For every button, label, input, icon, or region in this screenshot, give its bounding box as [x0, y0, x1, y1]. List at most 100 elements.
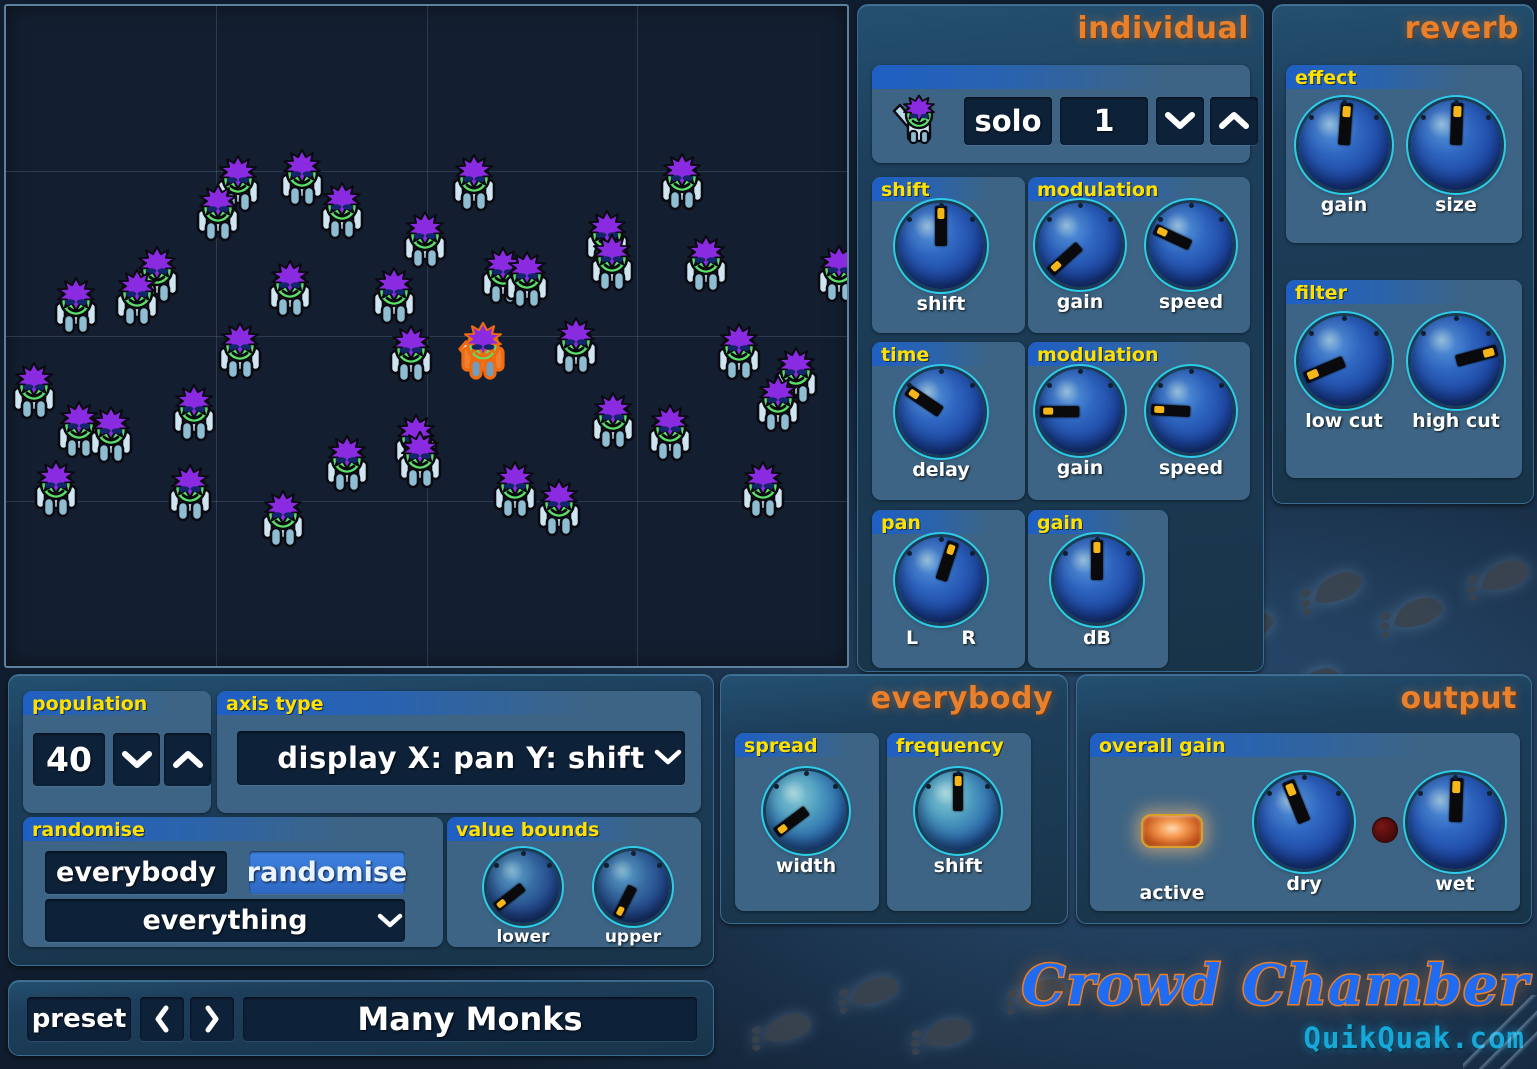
monk-sprite[interactable] — [530, 477, 588, 543]
monk-sprite[interactable] — [391, 429, 449, 495]
knob-nub-right — [832, 784, 838, 790]
everybody-width-knob[interactable]: width — [766, 770, 846, 881]
frequency-group-label: frequency — [896, 735, 1004, 757]
individual-shift-knob[interactable]: shift — [898, 202, 984, 319]
monk-sprite[interactable] — [547, 315, 605, 381]
knob-dial[interactable] — [918, 770, 998, 851]
knob-dial[interactable] — [898, 536, 984, 623]
knob-dial[interactable] — [898, 368, 984, 455]
individual-index-down-button[interactable] — [1156, 97, 1204, 145]
monk-sprite[interactable] — [584, 390, 642, 456]
knob-dial[interactable] — [1299, 99, 1389, 190]
everybody-shift-knob[interactable]: shift — [918, 770, 998, 881]
knob-dial[interactable] — [487, 850, 559, 923]
monk-sprite[interactable] — [365, 265, 423, 331]
time-delay-knob[interactable]: delay — [898, 368, 984, 485]
knob-nub-left — [1418, 790, 1424, 796]
preset-name[interactable]: Many Monks — [243, 997, 697, 1041]
output-panel-title: output — [1400, 681, 1517, 716]
chevron-up-icon — [1219, 112, 1249, 129]
individual-gain-knob[interactable]: dB — [1054, 536, 1140, 653]
knob-dial[interactable] — [1054, 536, 1140, 623]
randomise-button[interactable]: randomise — [247, 851, 407, 894]
chevron-down-icon — [377, 913, 403, 928]
monk-sprite[interactable] — [27, 458, 85, 524]
knob-dial[interactable] — [1149, 202, 1233, 287]
monk-sprite[interactable] — [749, 373, 807, 439]
value-bounds-lower-knob[interactable]: lower — [487, 850, 559, 953]
monk-sprite[interactable] — [261, 258, 319, 324]
knob-dial[interactable] — [1038, 368, 1122, 453]
time-mod-gain-knob[interactable]: gain — [1038, 368, 1122, 483]
preset-prev-button[interactable] — [140, 997, 184, 1041]
value-bounds-upper-knob[interactable]: upper — [597, 850, 669, 953]
randomise-target-select[interactable]: everything — [45, 899, 405, 942]
shift-mod-gain-knob[interactable]: gain — [1038, 202, 1122, 317]
spread-group-label: spread — [744, 735, 818, 757]
knob-dial[interactable] — [1408, 774, 1502, 869]
solo-button[interactable]: solo — [964, 97, 1052, 145]
monk-sprite[interactable] — [810, 243, 847, 309]
population-down-button[interactable] — [113, 733, 160, 786]
grid-line-horizontal — [6, 171, 847, 172]
monk-sprite[interactable] — [498, 249, 556, 315]
footprint-icon — [740, 992, 832, 1064]
monk-sprite[interactable] — [313, 180, 371, 246]
knob-dial[interactable] — [1299, 315, 1389, 406]
monk-sprite[interactable] — [211, 320, 269, 386]
monk-sprite[interactable] — [318, 433, 376, 499]
population-label: population — [32, 693, 148, 715]
randomise-scope-value[interactable]: everybody — [45, 851, 227, 894]
knob-label: high cut — [1412, 410, 1500, 432]
monk-selected[interactable] — [454, 320, 512, 386]
reverb-size-knob[interactable]: size — [1411, 99, 1501, 220]
reverb-panel: reverb effect filter gain size low cut high… — [1272, 4, 1534, 504]
shift-group-label: shift — [881, 179, 930, 201]
knob-dial[interactable] — [597, 850, 669, 923]
output-wet-knob[interactable]: wet — [1408, 774, 1502, 899]
monk-avatar-icon — [886, 91, 948, 147]
monk-sprite[interactable] — [677, 233, 735, 299]
axis-type-select[interactable]: display X: pan Y: shift — [237, 731, 685, 785]
monk-sprite[interactable] — [734, 459, 792, 525]
individual-index-up-button[interactable] — [1210, 97, 1258, 145]
resize-corner-grip[interactable] — [1463, 995, 1537, 1069]
reverb-gain-knob[interactable]: gain — [1299, 99, 1389, 220]
knob-dial[interactable] — [766, 770, 846, 851]
monk-sprite[interactable] — [189, 182, 247, 248]
individual-pan-knob[interactable]: LR — [898, 536, 984, 653]
population-value[interactable]: 40 — [33, 733, 105, 786]
reverb-low-cut-knob[interactable]: low cut — [1299, 315, 1389, 436]
knob-nub-right — [1374, 114, 1380, 120]
population-up-button[interactable] — [164, 733, 211, 786]
monk-sprite[interactable] — [161, 462, 219, 528]
monk-sprite[interactable] — [47, 275, 105, 341]
reverb-high-cut-knob[interactable]: high cut — [1411, 315, 1501, 436]
individual-index-value[interactable]: 1 — [1060, 97, 1148, 145]
preset-next-button[interactable] — [190, 997, 234, 1041]
monk-sprite[interactable] — [254, 488, 312, 554]
monk-sprite[interactable] — [653, 151, 711, 217]
knob-nub-left — [1046, 216, 1052, 222]
knob-dial[interactable] — [1411, 99, 1501, 190]
shift-mod-speed-knob[interactable]: speed — [1149, 202, 1233, 317]
crowd-display[interactable] — [4, 4, 849, 668]
knob-dial[interactable] — [1038, 202, 1122, 287]
knob-dial[interactable] — [898, 202, 984, 289]
knob-dial[interactable] — [1149, 368, 1233, 453]
chevron-left-icon — [155, 1005, 169, 1033]
axis-type-label: axis type — [226, 693, 324, 715]
output-dry-knob[interactable]: dry — [1257, 774, 1351, 899]
monk-sprite[interactable] — [165, 382, 223, 448]
time-mod-speed-knob[interactable]: speed — [1149, 368, 1233, 483]
knob-dial[interactable] — [1257, 774, 1351, 869]
monk-sprite[interactable] — [82, 404, 140, 470]
monk-sprite[interactable] — [108, 267, 166, 333]
monk-sprite[interactable] — [583, 232, 641, 298]
plugin-logo: Crowd Chamber — [1020, 951, 1529, 1019]
knob-dial[interactable] — [1411, 315, 1501, 406]
knob-label: speed — [1158, 457, 1224, 479]
monk-sprite[interactable] — [641, 402, 699, 468]
active-toggle[interactable] — [1141, 814, 1203, 848]
monk-sprite[interactable] — [382, 323, 440, 389]
